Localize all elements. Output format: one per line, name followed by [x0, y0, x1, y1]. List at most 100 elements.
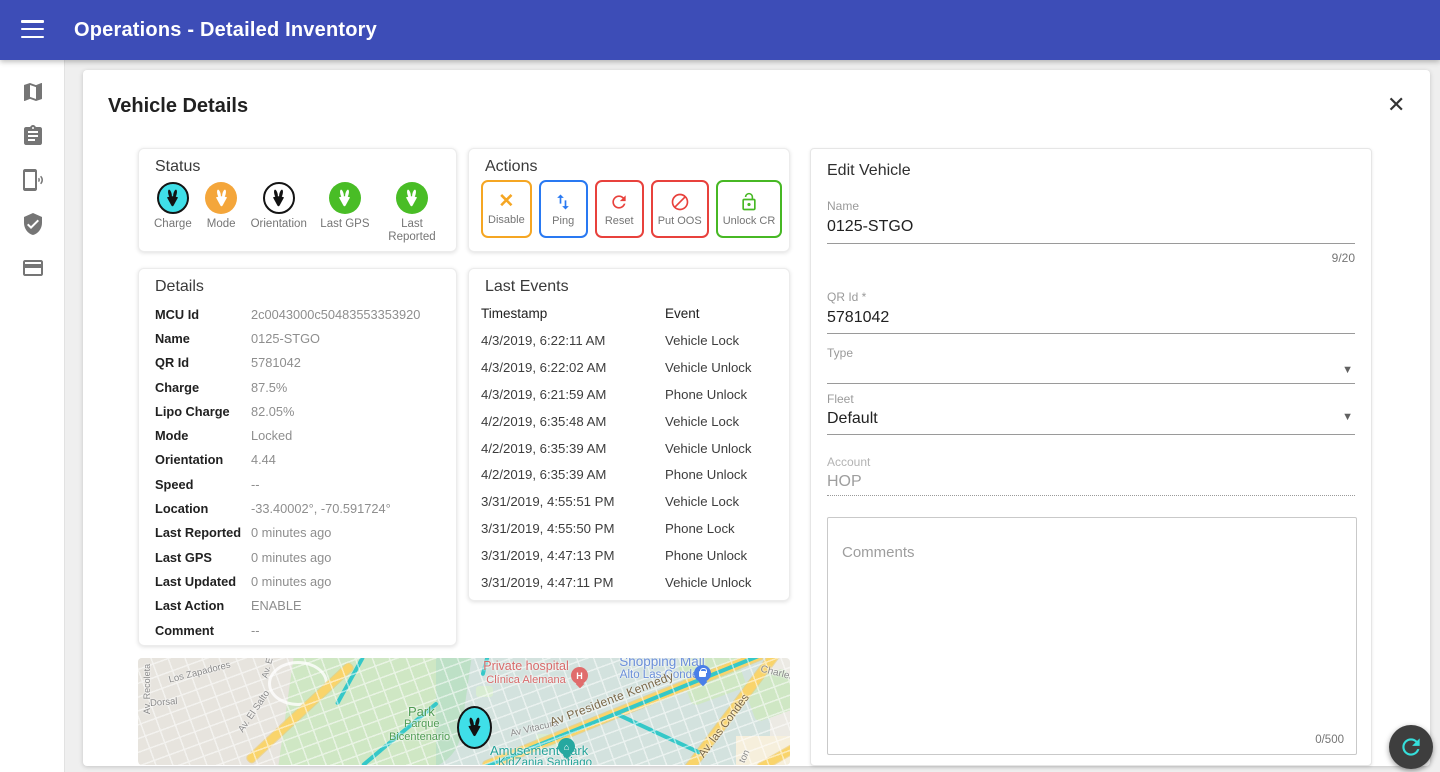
header-title-rest: - Detailed Inventory	[187, 19, 377, 41]
details-title: Details	[155, 278, 204, 296]
last-reported-rabbit-icon	[396, 182, 428, 214]
name-char-counter: 9/20	[1332, 251, 1355, 265]
status-last-gps-label: Last GPS	[320, 218, 369, 231]
type-dropdown-arrow-icon[interactable]: ▼	[1342, 364, 1353, 376]
mode-rabbit-icon	[205, 182, 237, 214]
status-mode: Mode	[205, 182, 237, 243]
sidebar-item-map[interactable]	[0, 70, 65, 114]
detail-row-last-gps: Last GPS0 minutes ago	[155, 545, 448, 569]
detail-row-orientation: Orientation4.44	[155, 448, 448, 472]
sidebar-item-inventory[interactable]	[0, 114, 65, 158]
shopping-mall-marker[interactable]	[694, 665, 711, 685]
qr-id-field[interactable]: 5781042	[827, 309, 889, 327]
status-orientation: Orientation	[251, 182, 307, 243]
sidebar-item-security[interactable]	[0, 202, 65, 246]
detail-row-location: Location-33.40002°, -70.591724°	[155, 496, 448, 520]
status-icons-row: Charge Mode Orientation Last GPS Last Re…	[139, 182, 456, 243]
detail-row-mcu-id: MCU Id2c0043000c50483553353920	[155, 302, 448, 326]
map-icon	[21, 80, 45, 104]
block-icon	[670, 192, 690, 212]
header-title-bold: Operations	[74, 19, 182, 41]
detail-row-lipo-charge: Lipo Charge82.05%	[155, 399, 448, 423]
fleet-select-label: Fleet	[827, 392, 854, 406]
status-last-gps: Last GPS	[320, 182, 369, 243]
timestamp-column-header: Timestamp	[481, 306, 547, 321]
map-label-kidzania: KidZania Santiago	[498, 757, 592, 765]
detail-row-name: Name0125-STGO	[155, 326, 448, 350]
account-field-underline	[827, 495, 1355, 496]
type-select-label: Type	[827, 346, 853, 360]
status-last-reported: Last Reported	[383, 182, 441, 243]
sidebar-item-devices[interactable]	[0, 158, 65, 202]
details-panel: Details MCU Id2c0043000c50483553353920 N…	[138, 268, 457, 646]
sidebar-item-payments[interactable]	[0, 246, 65, 290]
vehicle-location-map[interactable]: Private hospital Clínica Alemana Shoppin…	[138, 658, 790, 765]
unlock-cr-label: Unlock CR	[723, 215, 776, 227]
detail-row-mode: ModeLocked	[155, 423, 448, 447]
detail-row-speed: Speed--	[155, 472, 448, 496]
qr-id-field-label: QR Id *	[827, 290, 866, 304]
app-header: Operations - Detailed Inventory	[0, 0, 1440, 60]
edit-vehicle-title: Edit Vehicle	[827, 162, 911, 180]
event-row: 3/31/2019, 4:47:11 PMVehicle Unlock	[481, 570, 789, 597]
reset-label: Reset	[605, 215, 634, 227]
event-row: 4/3/2019, 6:22:11 AMVehicle Lock	[481, 328, 789, 355]
map-label-clinica-alemana: Clínica Alemana	[470, 674, 582, 686]
event-row: 3/31/2019, 4:55:50 PMPhone Lock	[481, 516, 789, 543]
shield-check-icon	[21, 212, 45, 236]
orientation-rabbit-icon	[263, 182, 295, 214]
detail-row-last-action: Last ActionENABLE	[155, 594, 448, 618]
detail-row-last-reported: Last Reported0 minutes ago	[155, 521, 448, 545]
put-oos-button[interactable]: Put OOS	[651, 180, 709, 238]
amusement-park-marker[interactable]: ⌂	[558, 738, 575, 758]
close-icon[interactable]: ✕	[1387, 94, 1405, 116]
last-events-panel: Last Events Timestamp Event 4/3/2019, 6:…	[468, 268, 790, 601]
map-label-dorsal: Dorsal	[150, 696, 178, 709]
detail-row-comment: Comment--	[155, 618, 448, 642]
account-field-label: Account	[827, 455, 870, 469]
reset-button[interactable]: Reset	[595, 180, 644, 238]
ping-label: Ping	[552, 215, 574, 227]
edit-vehicle-panel: Edit Vehicle Name 0125-STGO 9/20 QR Id *…	[810, 148, 1372, 766]
event-row: 3/31/2019, 4:55:51 PMVehicle Lock	[481, 489, 789, 516]
last-events-title: Last Events	[485, 278, 569, 296]
account-field: HOP	[827, 473, 862, 491]
unlock-cr-button[interactable]: Unlock CR	[716, 180, 783, 238]
event-row: 4/3/2019, 6:22:02 AMVehicle Unlock	[481, 355, 789, 382]
map-green-patch	[476, 686, 493, 697]
last-gps-rabbit-icon	[329, 182, 361, 214]
status-charge-label: Charge	[154, 218, 192, 231]
qr-id-field-underline	[827, 333, 1355, 334]
credit-card-icon	[21, 256, 45, 280]
event-row: 4/2/2019, 6:35:48 AMVehicle Lock	[481, 409, 789, 436]
fleet-dropdown-arrow-icon[interactable]: ▼	[1342, 411, 1353, 423]
refresh-fab-button[interactable]	[1389, 725, 1433, 769]
events-table-body: 4/3/2019, 6:22:11 AMVehicle Lock 4/3/201…	[481, 328, 789, 597]
events-table-header: Timestamp Event	[481, 306, 789, 321]
swap-vert-icon	[553, 192, 573, 212]
vehicle-rabbit-marker[interactable]	[457, 706, 492, 749]
name-field[interactable]: 0125-STGO	[827, 218, 913, 236]
hamburger-menu-icon[interactable]	[21, 20, 44, 39]
page-header-title: Operations - Detailed Inventory	[74, 0, 377, 60]
refresh-icon	[609, 192, 629, 212]
rabbit-icon	[464, 717, 485, 738]
status-orientation-label: Orientation	[251, 218, 307, 231]
name-field-underline	[827, 243, 1355, 244]
map-label-park: Park	[408, 704, 435, 719]
status-mode-label: Mode	[205, 218, 237, 231]
fleet-select[interactable]: Default	[827, 410, 878, 428]
x-icon: ✕	[498, 192, 514, 211]
detail-row-qr-id: QR Id5781042	[155, 351, 448, 375]
status-last-reported-label: Last Reported	[383, 218, 441, 243]
event-column-header: Event	[665, 306, 700, 321]
fleet-select-underline	[827, 434, 1355, 435]
comments-textarea[interactable]: Comments 0/500	[827, 517, 1357, 755]
hospital-marker[interactable]: H	[571, 667, 588, 687]
ping-button[interactable]: Ping	[539, 180, 588, 238]
map-label-bicentenario: Bicentenario	[389, 731, 450, 743]
inventory-clipboard-icon	[21, 124, 45, 148]
event-row: 3/31/2019, 4:47:13 PMPhone Unlock	[481, 543, 789, 570]
actions-panel: Actions ✕ Disable Ping Reset Put OOS Unl…	[468, 148, 790, 252]
disable-button[interactable]: ✕ Disable	[481, 180, 532, 238]
